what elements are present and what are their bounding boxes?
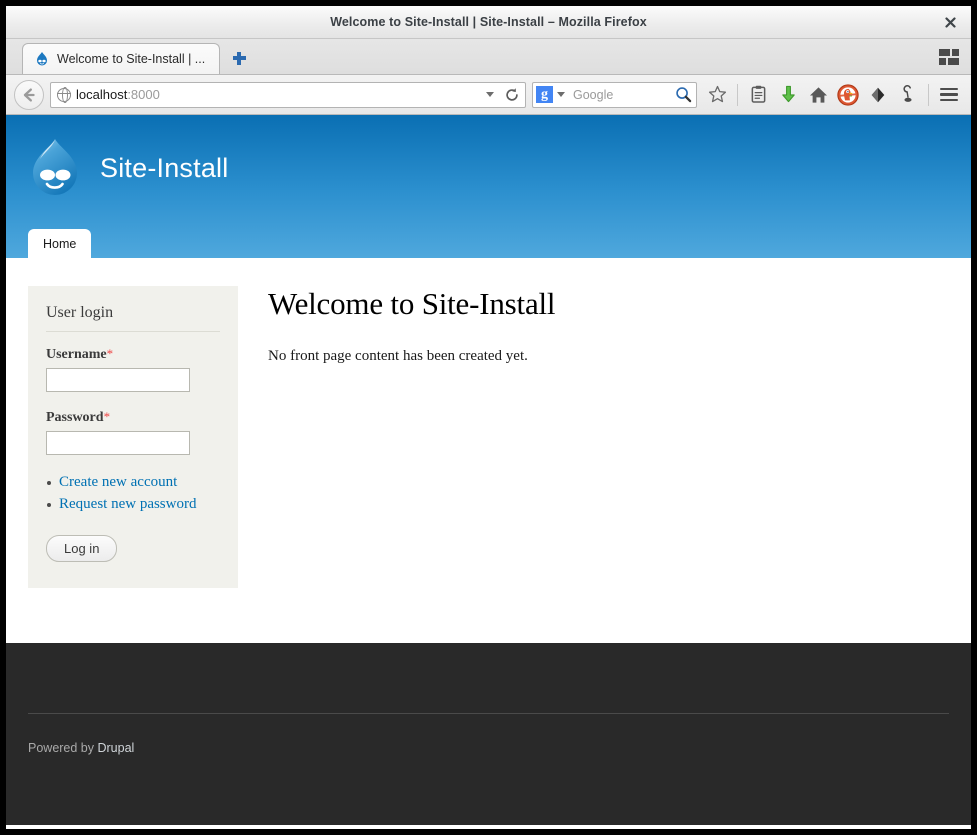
menu-hamburger-icon[interactable] bbox=[935, 80, 963, 110]
screenshot-root: Welcome to Site-Install | Site-Install –… bbox=[0, 0, 977, 835]
page-body-text: No front page content has been created y… bbox=[268, 348, 528, 364]
password-label-text: Password bbox=[46, 410, 104, 425]
sidebar-user-login-block: User login Username* Password* Create ne… bbox=[28, 286, 238, 588]
page-title: Welcome to Site-Install bbox=[268, 286, 556, 321]
url-text: localhost:8000 bbox=[76, 87, 481, 102]
username-label: Username* bbox=[46, 346, 220, 363]
firefox-window: Welcome to Site-Install | Site-Install –… bbox=[5, 5, 972, 830]
search-go-button[interactable] bbox=[675, 86, 692, 103]
username-input[interactable] bbox=[46, 368, 190, 392]
site-branding[interactable]: Site-Install bbox=[6, 115, 971, 199]
chevron-down-icon[interactable] bbox=[486, 92, 494, 97]
tab-grid-rect-4 bbox=[948, 58, 959, 65]
user-login-links: Create new account Request new password bbox=[46, 473, 220, 513]
bookmark-star-icon[interactable] bbox=[703, 80, 731, 110]
lamp-icon[interactable] bbox=[894, 80, 922, 110]
browser-tab-active[interactable]: Welcome to Site-Install | ... bbox=[22, 43, 221, 74]
password-field-wrapper: Password* bbox=[46, 409, 220, 455]
reader-list-icon[interactable] bbox=[744, 80, 772, 110]
main-menu: Home bbox=[28, 228, 92, 258]
plus-icon bbox=[232, 51, 246, 65]
globe-icon bbox=[56, 87, 71, 103]
request-new-password-link[interactable]: Request new password bbox=[59, 496, 196, 512]
tab-grid-rect-3 bbox=[939, 58, 946, 65]
password-input[interactable] bbox=[46, 431, 190, 455]
url-bar[interactable]: localhost:8000 bbox=[50, 81, 526, 108]
footer-credit: Powered by Drupal bbox=[28, 741, 134, 755]
drupal-link[interactable]: Drupal bbox=[97, 741, 134, 755]
window-title: Welcome to Site-Install | Site-Install –… bbox=[330, 15, 647, 29]
home-icon[interactable] bbox=[804, 80, 832, 110]
tab-grid-rect-2 bbox=[952, 49, 959, 56]
magnifier-icon bbox=[676, 87, 692, 103]
block-title-user-login: User login bbox=[46, 304, 220, 332]
required-marker-username: * bbox=[106, 346, 114, 361]
browser-tab-label: Welcome to Site-Install | ... bbox=[57, 52, 206, 66]
search-engine-chevron-icon[interactable] bbox=[557, 92, 565, 97]
username-field-wrapper: Username* bbox=[46, 346, 220, 392]
tab-strip: Welcome to Site-Install | ... bbox=[6, 39, 971, 75]
log-in-button[interactable]: Log in bbox=[46, 535, 118, 562]
window-titlebar: Welcome to Site-Install | Site-Install –… bbox=[6, 6, 971, 39]
back-arrow-icon bbox=[23, 87, 35, 102]
close-icon bbox=[944, 16, 956, 28]
site-name: Site-Install bbox=[100, 152, 229, 183]
back-button[interactable] bbox=[14, 79, 44, 110]
footer-credit-prefix: Powered by bbox=[28, 741, 98, 755]
ublock-shield-icon[interactable] bbox=[864, 80, 892, 110]
drupal-droplet-icon bbox=[28, 137, 82, 199]
tab-grid-rect-1 bbox=[939, 49, 950, 56]
reload-button[interactable] bbox=[503, 86, 521, 104]
url-host: localhost bbox=[76, 87, 128, 102]
duckduckgo-privacy-icon[interactable] bbox=[834, 80, 862, 110]
url-port: :8000 bbox=[127, 87, 160, 102]
create-new-account-link[interactable]: Create new account bbox=[59, 474, 177, 490]
footer-divider bbox=[28, 713, 949, 714]
hamburger-bars bbox=[940, 87, 958, 102]
google-logo-icon: g bbox=[536, 86, 553, 103]
list-all-tabs-button[interactable] bbox=[939, 49, 959, 67]
downloads-icon[interactable] bbox=[774, 80, 802, 110]
list-item: Create new account bbox=[46, 473, 220, 491]
toolbar-separator bbox=[737, 83, 738, 106]
username-label-text: Username bbox=[46, 347, 107, 362]
password-label: Password* bbox=[46, 409, 220, 426]
required-marker-password: * bbox=[103, 409, 111, 424]
toolbar-icons bbox=[703, 80, 963, 110]
main-menu-item-home[interactable]: Home bbox=[28, 228, 92, 258]
new-tab-button[interactable] bbox=[226, 44, 252, 72]
list-item: Request new password bbox=[46, 495, 220, 513]
navigation-toolbar: localhost:8000 g Google bbox=[6, 75, 971, 115]
search-input[interactable]: Google bbox=[573, 88, 671, 102]
drupal-droplet-icon bbox=[34, 51, 50, 67]
main-content: Welcome to Site-Install No front page co… bbox=[238, 286, 971, 365]
toolbar-separator-2 bbox=[928, 83, 929, 106]
search-bar[interactable]: g Google bbox=[532, 81, 697, 108]
page-body: User login Username* Password* Create ne… bbox=[6, 258, 971, 643]
reload-icon bbox=[506, 87, 518, 101]
page-viewport: Site-Install Home User login Username* P… bbox=[6, 115, 971, 829]
window-close-button[interactable] bbox=[939, 11, 961, 33]
site-footer: Powered by Drupal bbox=[6, 643, 971, 825]
site-header: Site-Install Home bbox=[6, 115, 971, 258]
